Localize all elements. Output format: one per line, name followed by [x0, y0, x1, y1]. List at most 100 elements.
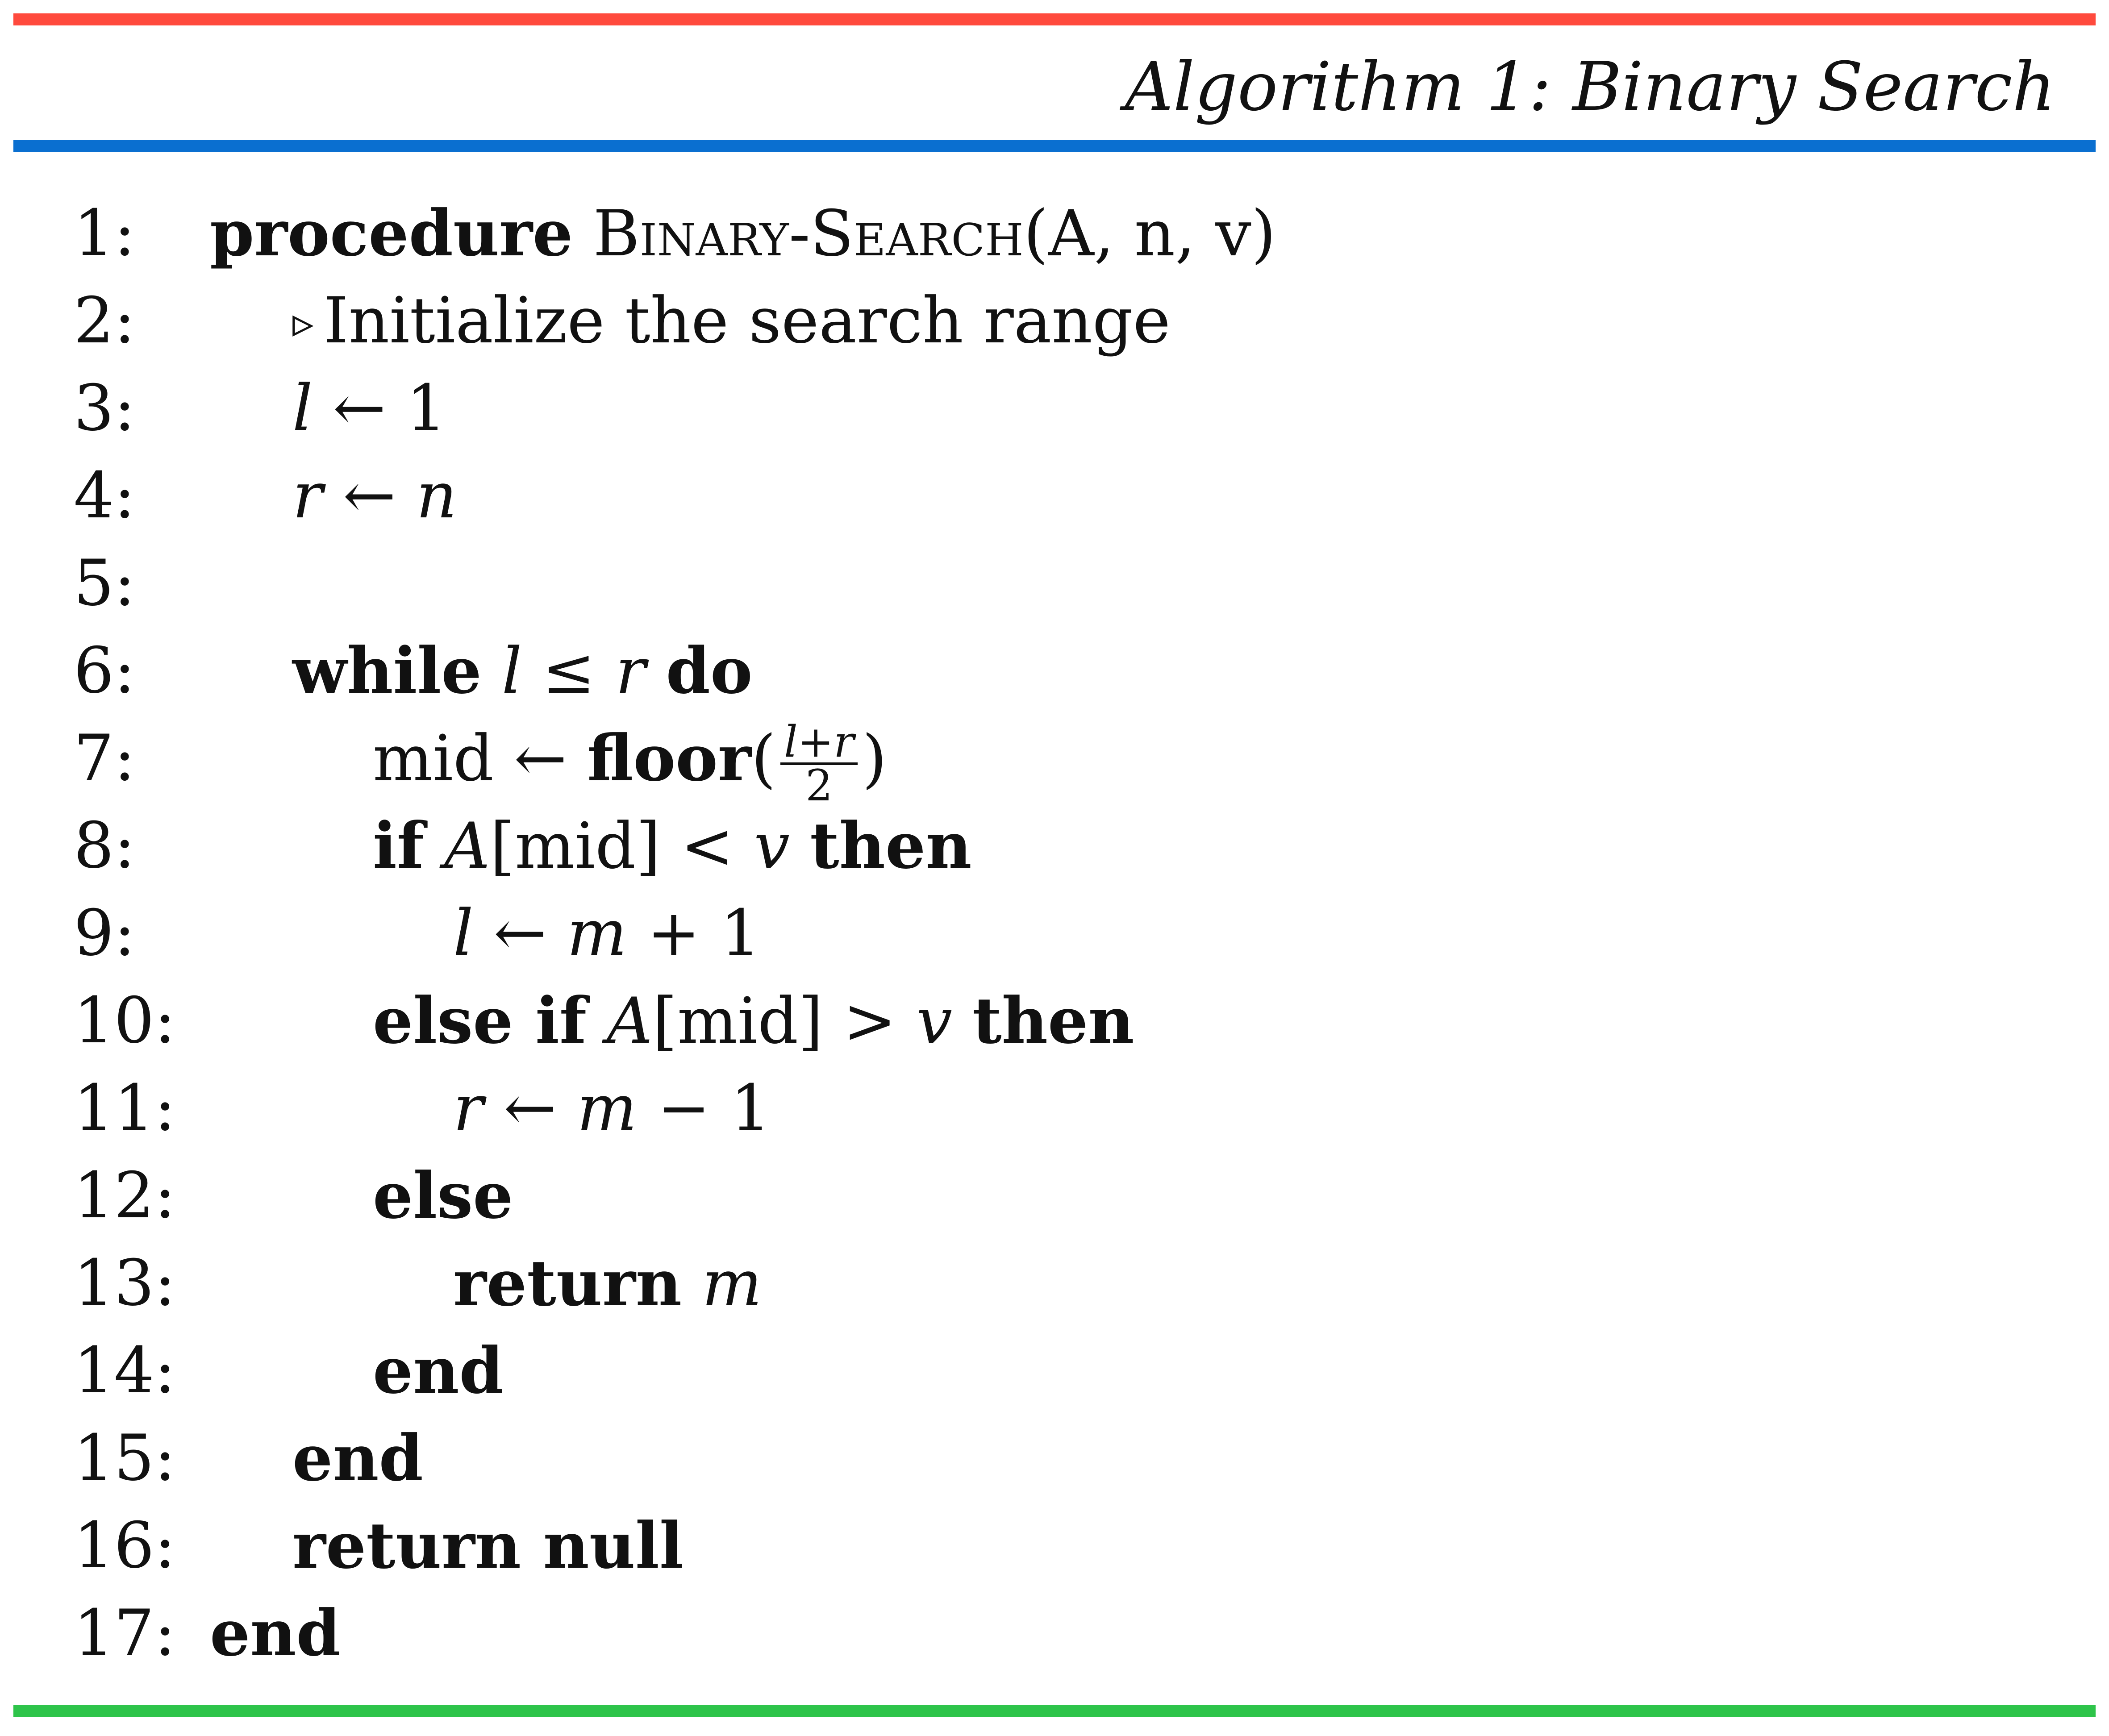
bottom-rule	[13, 1705, 2096, 1717]
line-number: 9:	[74, 896, 136, 970]
line-number: 16:	[74, 1509, 176, 1582]
code-text: if A[mid] < v then	[373, 802, 972, 890]
keyword-end: end	[292, 1421, 423, 1495]
code-text: ▹ Initialize the search range	[292, 277, 1171, 365]
code-line-4: 4: r ← n	[0, 452, 2109, 540]
paren-close: )	[862, 722, 887, 795]
code-line-6: 6: while l ≤ r do	[0, 627, 2109, 715]
procedure-name: Binary-Search	[593, 197, 1024, 271]
gt-operator: >	[843, 984, 896, 1058]
line-number: 1:	[74, 196, 136, 270]
code-line-14: 14: end	[0, 1327, 2109, 1415]
line-number: 8:	[74, 809, 136, 883]
comment-triangle-icon: ▹	[292, 298, 314, 347]
keyword-else: else	[373, 1159, 513, 1233]
var-r: r	[453, 1071, 483, 1145]
algorithm-caption: Algorithm 1: Binary Search	[1125, 48, 2055, 126]
code-line-12: 12: else	[0, 1152, 2109, 1240]
var-l: l	[453, 896, 474, 970]
code-line-8: 8: if A[mid] < v then	[0, 802, 2109, 890]
line-number: 4:	[74, 459, 136, 533]
leq-operator: ≤	[542, 634, 596, 708]
code-line-13: 13: return m	[0, 1240, 2109, 1327]
var-r: r	[615, 634, 646, 708]
top-rule	[13, 13, 2096, 25]
line-number: 2:	[74, 284, 136, 358]
line-number: 6:	[74, 634, 136, 708]
code-line-17: 17: end	[0, 1590, 2109, 1677]
array-index: [mid]	[490, 809, 661, 883]
code-line-15: 15: end	[0, 1415, 2109, 1502]
line-number: 5:	[74, 546, 136, 620]
procedure-args: (A, n, v)	[1023, 197, 1276, 271]
line-number: 11:	[74, 1071, 176, 1145]
line-number: 10:	[74, 984, 176, 1057]
value-one: 1	[730, 1071, 771, 1145]
var-l: l	[501, 634, 522, 708]
keyword-while: while	[292, 634, 482, 708]
line-number: 12:	[74, 1159, 176, 1232]
minus-operator: −	[657, 1071, 710, 1145]
code-text: l ← m + 1	[453, 890, 761, 977]
code-line-9: 9: l ← m + 1	[0, 890, 2109, 977]
code-text: r ← n	[292, 452, 457, 540]
keyword-end: end	[373, 1334, 504, 1408]
code-line-2: 2: ▹ Initialize the search range	[0, 277, 2109, 365]
keyword-return-null: return null	[292, 1509, 684, 1583]
code-text: r ← m − 1	[453, 1065, 771, 1152]
assign-arrow: ←	[343, 459, 396, 533]
function-floor: floor	[587, 721, 751, 795]
var-m: m	[567, 896, 627, 970]
code-text: while l ≤ r do	[292, 627, 753, 715]
code-text: procedure Binary-Search(A, n, v)	[210, 190, 1276, 277]
code-text: else if A[mid] > v then	[373, 977, 1134, 1065]
array-a: A	[444, 809, 490, 883]
comment-text: Initialize the search range	[323, 284, 1171, 358]
var-v: v	[754, 809, 790, 883]
var-v: v	[916, 984, 953, 1058]
code-line-1: 1: procedure Binary-Search(A, n, v)	[0, 190, 2109, 277]
line-number: 15:	[74, 1421, 176, 1495]
var-l: l	[292, 371, 313, 445]
keyword-then: then	[972, 984, 1134, 1058]
code-line-10: 10: else if A[mid] > v then	[0, 977, 2109, 1065]
assign-arrow: ←	[333, 371, 386, 445]
keyword-if: if	[373, 809, 425, 883]
lt-operator: <	[680, 809, 734, 883]
keyword-else-if: else if	[373, 984, 587, 1058]
code-line-11: 11: r ← m − 1	[0, 1065, 2109, 1152]
keyword-then: then	[810, 809, 972, 883]
var-m: m	[702, 1247, 762, 1320]
code-line-16: 16: return null	[0, 1502, 2109, 1590]
code-text: else	[373, 1152, 513, 1240]
code-line-7: 7: mid ← floor(l+r 2)	[0, 715, 2109, 807]
line-number: 14:	[74, 1334, 176, 1407]
keyword-do: do	[666, 634, 753, 708]
var-mid: mid	[373, 722, 494, 795]
fraction-numerator: l+r	[780, 720, 858, 765]
code-text: end	[292, 1415, 423, 1502]
fraction-denominator: 2	[805, 761, 833, 811]
line-number: 17:	[74, 1596, 176, 1670]
code-text: return null	[292, 1502, 684, 1590]
code-text: l ← 1	[292, 365, 446, 452]
value-one: 1	[720, 896, 761, 970]
code-line-5: 5:	[0, 540, 2109, 627]
code-text: return m	[453, 1240, 762, 1327]
assign-arrow: ←	[514, 722, 567, 795]
paren-open: (	[751, 722, 776, 795]
var-m: m	[577, 1071, 637, 1145]
code-text: end	[373, 1327, 504, 1415]
caption-rule	[13, 140, 2096, 152]
array-index: [mid]	[652, 984, 823, 1058]
fraction: l+r 2	[780, 720, 858, 811]
var-r: r	[292, 459, 323, 533]
line-number: 7:	[74, 721, 136, 795]
value-one: 1	[406, 371, 447, 445]
keyword-return: return	[453, 1246, 682, 1320]
assign-arrow: ←	[493, 896, 547, 970]
code-line-3: 3: l ← 1	[0, 365, 2109, 452]
line-number: 3:	[74, 371, 136, 445]
keyword-procedure: procedure	[210, 196, 573, 271]
keyword-end: end	[210, 1596, 341, 1670]
